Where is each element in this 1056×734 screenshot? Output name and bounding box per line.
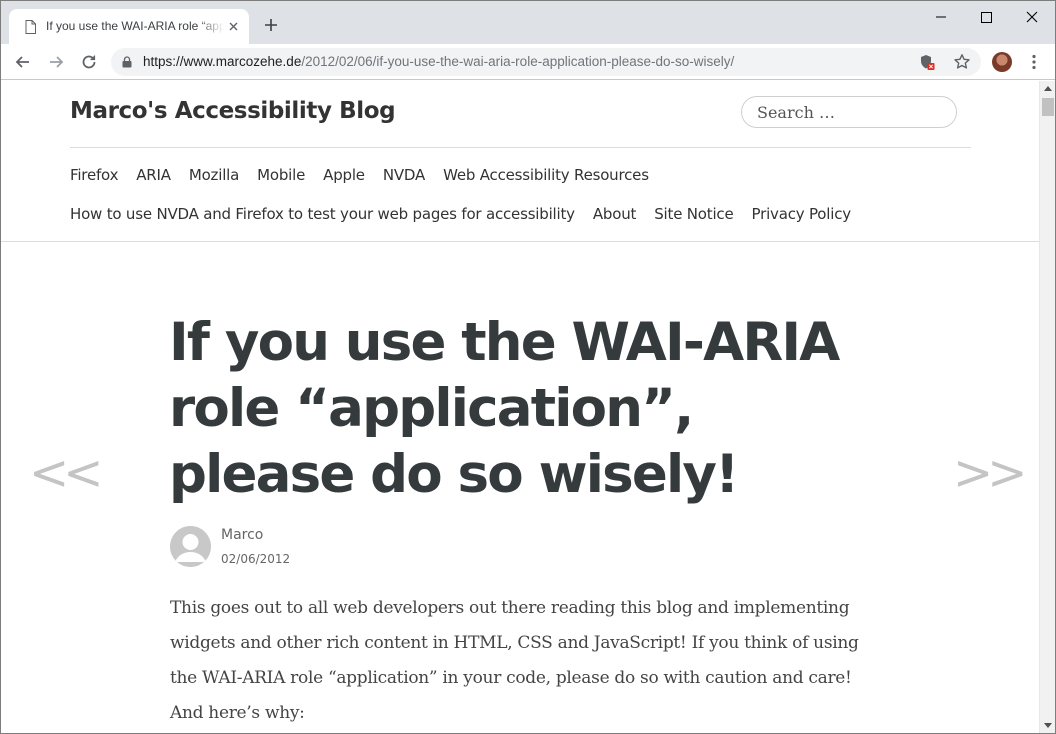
back-arrow-icon[interactable] bbox=[13, 52, 33, 72]
tab-active[interactable]: If you use the WAI-ARIA role “applicatio… bbox=[9, 9, 249, 44]
header-bottom-divider bbox=[1, 241, 1039, 242]
post-title: If you use the WAI-ARIA role “applicatio… bbox=[169, 312, 840, 505]
page-icon bbox=[25, 20, 36, 34]
search-input[interactable] bbox=[741, 96, 957, 128]
nav-link-nvda-firefox-howto[interactable]: How to use NVDA and Firefox to test your… bbox=[70, 205, 575, 223]
close-tab-icon[interactable] bbox=[227, 20, 240, 33]
nav-link-privacy-policy[interactable]: Privacy Policy bbox=[752, 205, 852, 223]
site-title[interactable]: Marco's Accessibility Blog bbox=[70, 98, 396, 124]
minimize-icon[interactable] bbox=[926, 7, 956, 27]
nav-link-aria[interactable]: ARIA bbox=[136, 166, 171, 184]
author-name[interactable]: Marco bbox=[221, 527, 263, 543]
primary-nav-row-2: How to use NVDA and Firefox to test your… bbox=[70, 204, 869, 226]
post-body-paragraph: This goes out to all web developers out … bbox=[170, 598, 859, 723]
author-avatar[interactable] bbox=[170, 526, 211, 567]
browser-toolbar: https://www.marcozehe.de/2012/02/06/if-y… bbox=[1, 44, 1055, 80]
tab-title: If you use the WAI-ARIA role “applicatio… bbox=[46, 19, 224, 33]
bookmark-star-icon[interactable] bbox=[953, 53, 971, 71]
tracking-shield-icon[interactable] bbox=[919, 54, 935, 71]
url-host: https://www.marcozehe.de bbox=[143, 54, 302, 69]
header-divider bbox=[70, 147, 971, 148]
previous-post-link[interactable]: << bbox=[29, 445, 103, 501]
maximize-icon[interactable] bbox=[971, 7, 1001, 27]
scrollbar-thumb[interactable] bbox=[1042, 98, 1054, 116]
vertical-scrollbar[interactable] bbox=[1039, 81, 1055, 733]
address-bar[interactable]: https://www.marcozehe.de/2012/02/06/if-y… bbox=[111, 48, 981, 76]
nav-link-firefox[interactable]: Firefox bbox=[70, 166, 118, 184]
scroll-up-arrow-icon[interactable] bbox=[1044, 86, 1052, 91]
nav-link-web-accessibility-resources[interactable]: Web Accessibility Resources bbox=[443, 166, 649, 184]
lock-icon[interactable] bbox=[122, 56, 132, 68]
default-avatar-icon bbox=[170, 526, 211, 567]
nav-link-about[interactable]: About bbox=[593, 205, 637, 223]
nav-link-mozilla[interactable]: Mozilla bbox=[189, 166, 239, 184]
nav-link-apple[interactable]: Apple bbox=[323, 166, 365, 184]
nav-link-mobile[interactable]: Mobile bbox=[257, 166, 305, 184]
close-window-icon[interactable] bbox=[1017, 7, 1047, 27]
reload-icon[interactable] bbox=[79, 52, 99, 72]
more-menu-icon[interactable] bbox=[1027, 53, 1041, 71]
url-text[interactable]: https://www.marcozehe.de/2012/02/06/if-y… bbox=[143, 54, 734, 69]
post-date[interactable]: 02/06/2012 bbox=[221, 552, 290, 566]
scroll-down-arrow-icon[interactable] bbox=[1044, 723, 1052, 728]
browser-window: If you use the WAI-ARIA role “applicatio… bbox=[0, 0, 1056, 734]
nav-link-nvda[interactable]: NVDA bbox=[383, 166, 425, 184]
nav-link-site-notice[interactable]: Site Notice bbox=[654, 205, 733, 223]
tab-strip: If you use the WAI-ARIA role “applicatio… bbox=[1, 1, 1055, 44]
new-tab-icon[interactable] bbox=[263, 17, 279, 33]
next-post-link[interactable]: >> bbox=[953, 445, 1027, 501]
primary-nav-row-1: Firefox ARIA Mozilla Mobile Apple NVDA Web Acc… bbox=[70, 165, 667, 187]
profile-avatar[interactable] bbox=[992, 52, 1012, 72]
forward-arrow-icon[interactable] bbox=[46, 52, 66, 72]
page-viewport: Marco's Accessibility Blog Firefox ARIA Mo… bbox=[1, 81, 1039, 733]
url-path: /2012/02/06/if-you-use-the-wai-aria-role… bbox=[301, 54, 735, 69]
